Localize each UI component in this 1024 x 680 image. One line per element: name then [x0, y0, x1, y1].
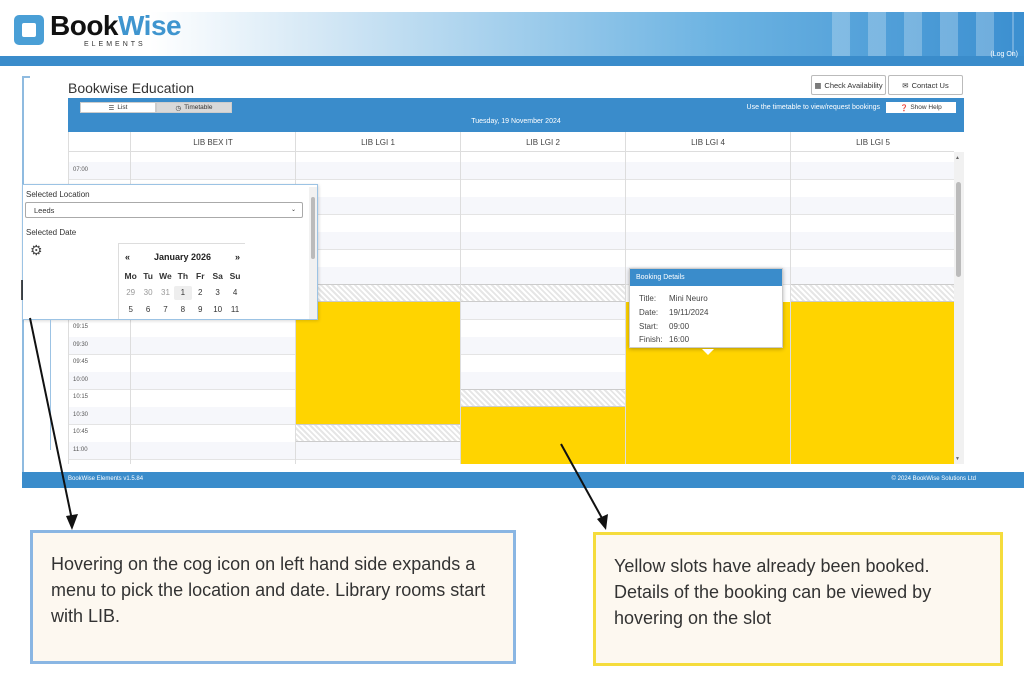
header-decoration — [814, 12, 1014, 56]
calendar-icon: ▦ — [814, 80, 822, 90]
calendar-day[interactable]: 4 — [226, 286, 243, 300]
tooltip-pointer — [702, 349, 714, 355]
timetable-toolbar: ☰ List ◷ Timetable Tuesday, 19 November 20… — [68, 98, 964, 132]
frame-border-top — [22, 76, 30, 78]
booked-slot[interactable] — [791, 301, 954, 464]
scroll-up-icon[interactable]: ▲ — [955, 155, 960, 161]
column-header-lib-lgi-2: LIB LGI 2 — [460, 132, 625, 152]
calendar-day[interactable]: 3 — [209, 286, 226, 300]
chevron-down-icon: ⌄ — [290, 207, 296, 213]
time-row — [69, 161, 954, 179]
unavailable-slot[interactable] — [461, 389, 625, 407]
calendar-day-today[interactable]: 1 — [174, 286, 192, 300]
date-label: Selected Date — [26, 228, 77, 237]
calendar-day[interactable]: 11 — [226, 303, 243, 317]
calendar-day[interactable]: 8 — [174, 303, 191, 317]
show-help-button[interactable]: ❓ Show Help — [886, 102, 956, 113]
calendar-day[interactable]: 29 — [122, 286, 139, 300]
week-row: 29 30 31 1 2 3 4 — [122, 286, 244, 300]
tooltip-title-row: Title: Mini Neuro — [639, 294, 708, 303]
calendar-day[interactable]: 31 — [157, 286, 174, 300]
column-header-lib-lgi-1: LIB LGI 1 — [295, 132, 460, 152]
app-footer: BookWise Elements v1.5.84 © 2024 BookWis… — [22, 472, 1024, 488]
clock-icon: ◷ — [175, 104, 182, 112]
tooltip-start-row: Start: 09:00 — [639, 322, 690, 331]
grid-scrollbar-thumb[interactable] — [956, 182, 961, 277]
next-month-button[interactable]: » — [235, 252, 240, 262]
time-label: 10:30 — [73, 411, 89, 418]
callout-cog-menu: Hovering on the cog icon on left hand si… — [30, 530, 516, 664]
row-divider — [69, 179, 954, 180]
date-picker: « January 2026 » Mo Tu We Th Fr Sa Su 29… — [118, 243, 246, 319]
unavailable-slot[interactable] — [791, 284, 954, 302]
calendar-day[interactable]: 7 — [157, 303, 174, 317]
time-label: 10:00 — [73, 376, 89, 383]
day-of-week-row: Mo Tu We Th Fr Sa Su — [124, 271, 241, 281]
time-label: 10:15 — [73, 394, 89, 400]
time-label: 09:30 — [73, 341, 89, 348]
app-header: BookWise ELEMENTS (Log On) — [0, 0, 1024, 66]
cog-icon[interactable]: ⚙ — [30, 243, 44, 257]
scroll-down-icon[interactable]: ▼ — [955, 456, 960, 462]
calendar-day[interactable]: 10 — [209, 303, 226, 317]
header-banner — [150, 12, 1024, 56]
column-header-lib-lgi-4: LIB LGI 4 — [625, 132, 790, 152]
arrow-head-left — [66, 514, 78, 530]
unavailable-slot[interactable] — [296, 424, 460, 442]
logo-wise-text: Wise — [118, 10, 182, 41]
copyright-label: © 2024 BookWise Solutions Ltd — [891, 476, 976, 482]
selected-date-label: Tuesday, 19 November 2024 — [471, 118, 561, 125]
unavailable-slot[interactable] — [461, 284, 625, 302]
version-label: BookWise Elements v1.5.84 — [68, 476, 144, 482]
flyout-scrollbar-thumb[interactable] — [311, 197, 315, 259]
arrow-head-right — [597, 514, 608, 530]
booked-slot[interactable] — [296, 301, 460, 424]
check-availability-button[interactable]: ▦ Check Availability — [811, 75, 886, 95]
calendar-day[interactable]: 5 — [122, 303, 139, 317]
booked-slot[interactable] — [461, 406, 625, 464]
question-icon: ❓ — [900, 104, 909, 112]
logo-book-text: Book — [50, 10, 119, 41]
grid-header: LIB BEX IT LIB LGI 1 LIB LGI 2 LIB LGI 4… — [69, 132, 954, 152]
calendar-day[interactable]: 30 — [139, 286, 156, 300]
bookwise-logo[interactable]: BookWise ELEMENTS — [14, 10, 182, 50]
nav-strip — [0, 56, 1024, 66]
column-header-lib-bex-it: LIB BEX IT — [130, 132, 295, 152]
page-title: Bookwise Education — [68, 80, 195, 96]
tab-timetable[interactable]: ◷ Timetable — [156, 102, 232, 113]
logo-mark-icon — [14, 15, 44, 45]
time-label: 09:15 — [73, 324, 89, 330]
tooltip-finish-row: Finish: 16:00 — [639, 335, 690, 344]
contact-us-button[interactable]: ✉ Contact Us — [888, 75, 963, 95]
screen: BookWise ELEMENTS (Log On) Bookwise Educ… — [0, 0, 1024, 680]
flyout-border — [50, 320, 51, 450]
callout-yellow-slots: Yellow slots have already been booked. D… — [593, 532, 1003, 666]
envelope-icon: ✉ — [902, 80, 909, 90]
calendar-day[interactable]: 6 — [139, 303, 156, 317]
help-text: Use the timetable to view/request bookin… — [746, 104, 880, 111]
settings-flyout: Selected Location Leeds ⌄ Selected Date «… — [22, 184, 318, 320]
arrow-to-left-callout — [29, 317, 73, 521]
week-row: 5 6 7 8 9 10 11 — [122, 303, 244, 317]
tooltip-header: Booking Details — [630, 269, 782, 286]
time-label: 10:45 — [73, 429, 89, 435]
location-label: Selected Location — [26, 190, 90, 199]
month-label: January 2026 — [153, 252, 212, 262]
time-label: 07:00 — [73, 166, 89, 173]
booking-details-tooltip: Booking Details Title: Mini Neuro Date: 19… — [629, 268, 783, 355]
log-on-link[interactable]: (Log On) — [990, 51, 1018, 58]
column-header-lib-lgi-5: LIB LGI 5 — [790, 132, 954, 152]
list-icon: ☰ — [108, 104, 115, 112]
logo-subtitle: ELEMENTS — [84, 41, 146, 48]
time-label: 11:00 — [73, 446, 88, 453]
calendar-day[interactable]: 9 — [192, 303, 209, 317]
tooltip-date-row: Date: 19/11/2024 — [639, 308, 709, 317]
time-label: 09:45 — [73, 359, 89, 365]
tab-list[interactable]: ☰ List — [80, 102, 156, 113]
calendar-day[interactable]: 2 — [192, 286, 209, 300]
prev-month-button[interactable]: « — [125, 252, 130, 262]
unavailable-slot[interactable] — [296, 284, 460, 302]
date-picker-header: « January 2026 » — [119, 252, 246, 262]
location-select[interactable]: Leeds ⌄ — [25, 202, 303, 218]
